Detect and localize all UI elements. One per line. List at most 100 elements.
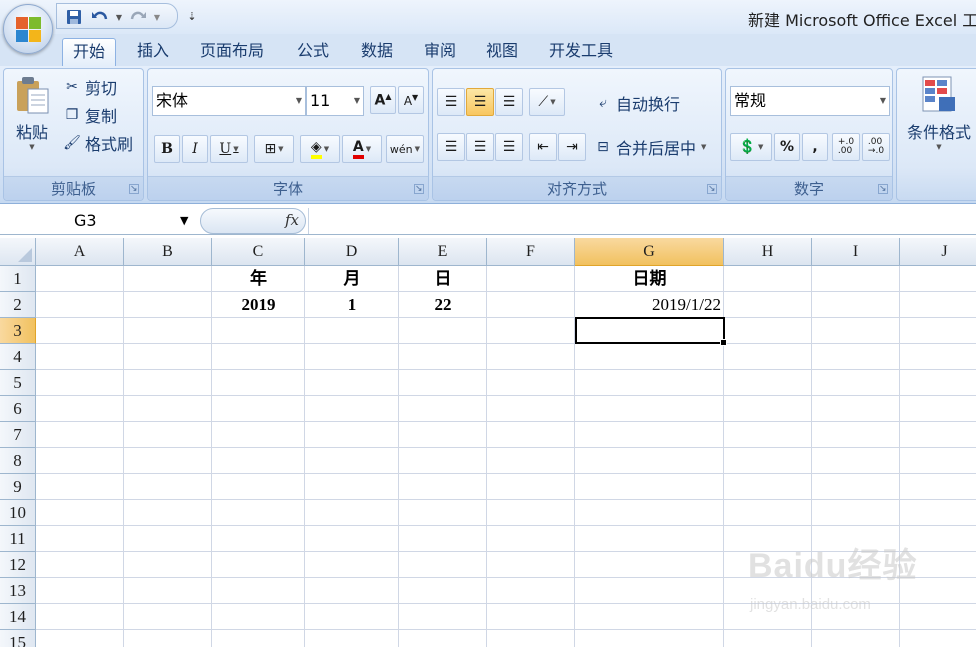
- align-center-button[interactable]: ☰: [466, 133, 494, 161]
- merge-center-button[interactable]: ⊟ 合并后居中 ▼: [593, 135, 706, 159]
- increase-decimal-button[interactable]: +.0.00: [832, 133, 860, 161]
- conditional-formatting-button[interactable]: 条件格式 ▼: [899, 75, 976, 151]
- tab-page-layout[interactable]: 页面布局: [196, 38, 268, 66]
- tab-data[interactable]: 数据: [357, 38, 397, 66]
- styles-group: 条件格式 ▼: [896, 68, 976, 201]
- paste-button[interactable]: 粘贴 ▼: [8, 75, 56, 151]
- tab-review[interactable]: 审阅: [420, 38, 460, 66]
- column-header-c[interactable]: C: [212, 238, 305, 266]
- redo-dropdown-icon[interactable]: ▼: [148, 8, 166, 26]
- cell-c2[interactable]: 2019: [212, 292, 305, 318]
- customize-qat-icon[interactable]: ⇣: [183, 7, 201, 25]
- font-size-select[interactable]: 11 ▼: [306, 86, 364, 116]
- cell-g2[interactable]: 2019/1/22: [575, 292, 724, 318]
- tab-view[interactable]: 视图: [482, 38, 522, 66]
- tab-formulas[interactable]: 公式: [293, 38, 333, 66]
- gridline: [36, 629, 976, 630]
- formula-input[interactable]: [308, 208, 976, 234]
- wrap-text-button[interactable]: ⤶ 自动换行: [593, 91, 680, 115]
- save-icon[interactable]: [65, 8, 83, 26]
- phonetic-button[interactable]: wén ▼: [386, 135, 424, 163]
- clipboard-launcher-icon[interactable]: ↘: [129, 184, 139, 194]
- alignment-launcher-icon[interactable]: ↘: [707, 184, 717, 194]
- shrink-font-button[interactable]: A▼: [398, 86, 424, 114]
- column-header-a[interactable]: A: [36, 238, 124, 266]
- select-all-button[interactable]: [0, 238, 36, 266]
- column-header-j[interactable]: J: [900, 238, 976, 266]
- row-header-6[interactable]: 6: [0, 396, 36, 422]
- row-header-5[interactable]: 5: [0, 370, 36, 396]
- cell-e2[interactable]: 22: [399, 292, 487, 318]
- cell-d2[interactable]: 1: [305, 292, 399, 318]
- decrease-indent-button[interactable]: ⇤: [529, 133, 557, 161]
- borders-button[interactable]: ⊞ ▼: [254, 135, 294, 163]
- row-header-7[interactable]: 7: [0, 422, 36, 448]
- column-header-e[interactable]: E: [399, 238, 487, 266]
- cut-button[interactable]: ✂ 剪切: [62, 75, 117, 99]
- paste-dropdown-icon[interactable]: ▼: [8, 143, 56, 151]
- row-header-14[interactable]: 14: [0, 604, 36, 630]
- name-box[interactable]: G3 ▼: [2, 209, 196, 233]
- tab-developer[interactable]: 开发工具: [545, 38, 617, 66]
- align-top-button[interactable]: ☰: [437, 88, 465, 116]
- format-painter-button[interactable]: 🖌 格式刷: [62, 131, 133, 155]
- row-header-4[interactable]: 4: [0, 344, 36, 370]
- font-color-button[interactable]: A ▼: [342, 135, 382, 163]
- chevron-down-icon[interactable]: ▼: [180, 209, 188, 233]
- align-middle-button[interactable]: ☰: [466, 88, 494, 116]
- grow-font-icon: A▲: [374, 91, 392, 109]
- number-format-select[interactable]: 常规 ▼: [730, 86, 890, 116]
- copy-button[interactable]: ❐ 复制: [62, 103, 117, 127]
- underline-button[interactable]: U ▼: [210, 135, 248, 163]
- row-header-10[interactable]: 10: [0, 500, 36, 526]
- accounting-format-button[interactable]: 💲 ▼: [730, 133, 772, 161]
- column-header-d[interactable]: D: [305, 238, 399, 266]
- row-header-12[interactable]: 12: [0, 552, 36, 578]
- undo-icon[interactable]: [91, 8, 109, 26]
- tab-insert[interactable]: 插入: [133, 38, 173, 66]
- comma-style-button[interactable]: ,: [802, 133, 828, 161]
- selected-cell-outline[interactable]: [575, 317, 727, 346]
- cell-c1[interactable]: 年: [212, 266, 305, 292]
- cell-d1[interactable]: 月: [305, 266, 399, 292]
- column-header-i[interactable]: I: [812, 238, 900, 266]
- fill-color-button[interactable]: ◈ ▼: [300, 135, 340, 163]
- align-left-button[interactable]: ☰: [437, 133, 465, 161]
- column-header-b[interactable]: B: [124, 238, 212, 266]
- gridline: [36, 369, 976, 370]
- row-header-8[interactable]: 8: [0, 448, 36, 474]
- row-header-3[interactable]: 3: [0, 318, 36, 344]
- font-name-select[interactable]: 宋体 ▼: [152, 86, 306, 116]
- column-header-h[interactable]: H: [724, 238, 812, 266]
- italic-button[interactable]: I: [182, 135, 208, 163]
- redo-icon[interactable]: [129, 8, 147, 26]
- row-header-1[interactable]: 1: [0, 266, 36, 292]
- format-painter-label: 格式刷: [85, 135, 134, 154]
- number-launcher-icon[interactable]: ↘: [878, 184, 888, 194]
- column-header-f[interactable]: F: [487, 238, 575, 266]
- decrease-decimal-button[interactable]: .00 →.0: [862, 133, 890, 161]
- align-right-button[interactable]: ☰: [495, 133, 523, 161]
- insert-function-icon[interactable]: fx: [285, 211, 299, 229]
- cell-e1[interactable]: 日: [399, 266, 487, 292]
- row-header-11[interactable]: 11: [0, 526, 36, 552]
- cell-g1[interactable]: 日期: [575, 266, 724, 292]
- row-header-13[interactable]: 13: [0, 578, 36, 604]
- column-header-g[interactable]: G: [575, 238, 724, 266]
- undo-dropdown-icon[interactable]: ▼: [110, 8, 128, 26]
- grow-font-button[interactable]: A▲: [370, 86, 396, 114]
- row-header-15[interactable]: 15: [0, 630, 36, 647]
- percent-button[interactable]: %: [774, 133, 800, 161]
- decrease-decimal-icon: .00 →.0: [867, 137, 885, 156]
- increase-indent-button[interactable]: ⇥: [558, 133, 586, 161]
- row-header-9[interactable]: 9: [0, 474, 36, 500]
- orientation-button[interactable]: ⟋ ▼: [529, 88, 565, 116]
- align-bottom-button[interactable]: ☰: [495, 88, 523, 116]
- bold-button[interactable]: B: [154, 135, 180, 163]
- font-launcher-icon[interactable]: ↘: [414, 184, 424, 194]
- paste-icon: [17, 77, 49, 114]
- chevron-down-icon: ▼: [295, 96, 302, 105]
- tab-home[interactable]: 开始: [62, 38, 117, 66]
- office-button[interactable]: [3, 4, 53, 54]
- row-header-2[interactable]: 2: [0, 292, 36, 318]
